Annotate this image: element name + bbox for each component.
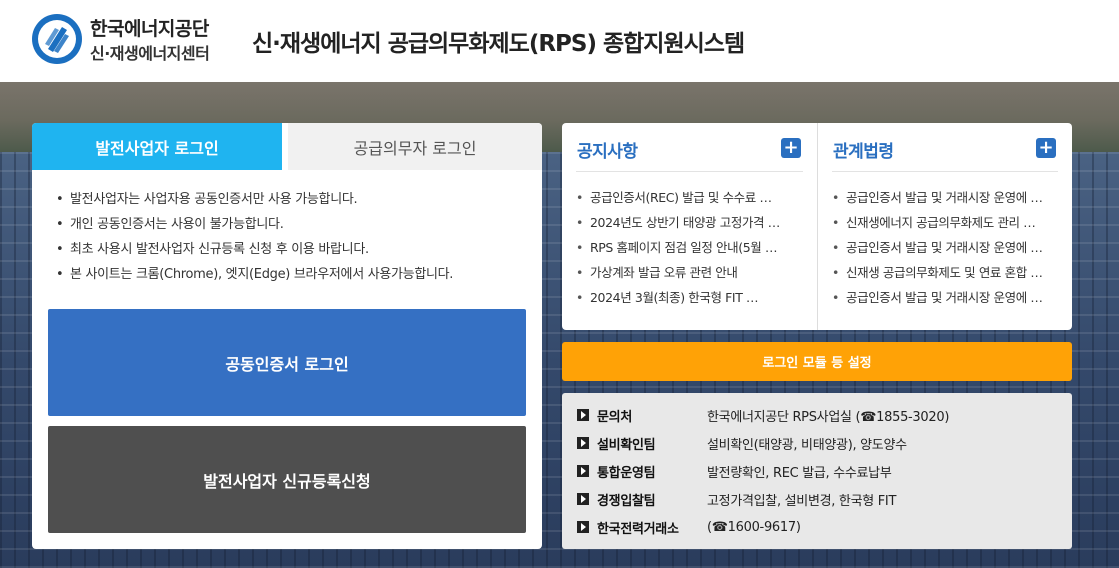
notice-more-plus-icon[interactable]: + bbox=[781, 138, 801, 158]
law-item[interactable]: 공급인증서 발급 및 거래시장 운영에 … bbox=[832, 185, 1058, 210]
contact-row: 문의처 한국에너지공단 RPS사업실 (☎1855-3020) bbox=[577, 401, 1057, 429]
notice-item[interactable]: 가상계좌 발급 오류 관련 안내 bbox=[576, 260, 802, 285]
contact-value: 설비확인(태양광, 비태양광), 양도양수 bbox=[707, 437, 907, 453]
site-header: 한국에너지공단 신·재생에너지센터 신·재생에너지 공급의무화제도(RPS) 종… bbox=[0, 0, 1119, 82]
law-item[interactable]: 공급인증서 발급 및 거래시장 운영에 … bbox=[832, 235, 1058, 260]
notice-item[interactable]: 2024년 3월(최종) 한국형 FIT … bbox=[576, 285, 802, 310]
contact-label: 문의처 bbox=[597, 409, 632, 425]
law-item[interactable]: 신재생에너지 공급의무화제도 관리 … bbox=[832, 210, 1058, 235]
divider bbox=[832, 171, 1058, 172]
certificate-login-button[interactable]: 공동인증서 로그인 bbox=[48, 309, 526, 416]
login-panel: 발전사업자 로그인 공급의무자 로그인 발전사업자는 사업자용 공동인증서만 사… bbox=[32, 123, 542, 549]
notice-item[interactable]: 2024년도 상반기 태양광 고정가격 … bbox=[576, 210, 802, 235]
contact-label: 통합운영팀 bbox=[597, 465, 656, 481]
law-item[interactable]: 신재생 공급의무화제도 및 연료 혼합 … bbox=[832, 260, 1058, 285]
login-notice-list: 발전사업자는 사업자용 공동인증서만 사용 가능합니다. 개인 공동인증서는 사… bbox=[56, 187, 526, 287]
login-module-setup-button[interactable]: 로그인 모듈 등 설정 bbox=[562, 342, 1072, 381]
notice-item[interactable]: 공급인증서(REC) 발급 및 수수료 … bbox=[576, 185, 802, 210]
contact-row: 경쟁입찰팀 고정가격입찰, 설비변경, 한국형 FIT bbox=[577, 485, 1057, 513]
tab-supplier-login[interactable]: 공급의무자 로그인 bbox=[288, 123, 542, 170]
notice-item[interactable]: RPS 홈페이지 점검 일정 안내(5월 … bbox=[576, 235, 802, 260]
divider bbox=[576, 171, 803, 172]
org-name[interactable]: 한국에너지공단 bbox=[90, 14, 209, 41]
play-square-icon bbox=[577, 437, 589, 449]
notice-board: 공지사항 + 공급인증서(REC) 발급 및 수수료 … 2024년도 상반기 … bbox=[562, 123, 817, 330]
law-item[interactable]: 공급인증서 발급 및 거래시장 운영에 … bbox=[832, 285, 1058, 310]
contact-row: 한국전력거래소 (☎1600-9617) bbox=[577, 513, 1057, 541]
contact-label: 경쟁입찰팀 bbox=[597, 493, 656, 509]
notice-title[interactable]: 공지사항 bbox=[577, 137, 638, 162]
contact-label: 설비확인팀 bbox=[597, 437, 656, 453]
law-more-plus-icon[interactable]: + bbox=[1036, 138, 1056, 158]
contact-label: 한국전력거래소 bbox=[597, 521, 679, 537]
contact-value: 한국에너지공단 RPS사업실 (☎1855-3020) bbox=[707, 409, 950, 425]
law-title[interactable]: 관계법령 bbox=[833, 137, 894, 162]
notice-list: 공급인증서(REC) 발급 및 수수료 … 2024년도 상반기 태양광 고정가… bbox=[576, 185, 802, 310]
contact-value: 발전량확인, REC 발급, 수수료납부 bbox=[707, 465, 892, 481]
contact-row: 설비확인팀 설비확인(태양광, 비태양광), 양도양수 bbox=[577, 429, 1057, 457]
contact-row: 통합운영팀 발전량확인, REC 발급, 수수료납부 bbox=[577, 457, 1057, 485]
law-board: 관계법령 + 공급인증서 발급 및 거래시장 운영에 … 신재생에너지 공급의무… bbox=[817, 123, 1072, 330]
play-square-icon bbox=[577, 465, 589, 477]
play-square-icon bbox=[577, 409, 589, 421]
contact-value: 고정가격입찰, 설비변경, 한국형 FIT bbox=[707, 493, 897, 509]
generator-register-button[interactable]: 발전사업자 신규등록신청 bbox=[48, 426, 526, 533]
play-square-icon bbox=[577, 493, 589, 505]
law-list: 공급인증서 발급 및 거래시장 운영에 … 신재생에너지 공급의무화제도 관리 … bbox=[832, 185, 1058, 310]
board-panel: 공지사항 + 공급인증서(REC) 발급 및 수수료 … 2024년도 상반기 … bbox=[562, 123, 1072, 330]
login-notice-item: 최초 사용시 발전사업자 신규등록 신청 후 이용 바랍니다. bbox=[56, 237, 526, 262]
contact-panel: 문의처 한국에너지공단 RPS사업실 (☎1855-3020) 설비확인팀 설비… bbox=[562, 393, 1072, 549]
play-square-icon bbox=[577, 521, 589, 533]
tab-generator-login[interactable]: 발전사업자 로그인 bbox=[32, 123, 282, 170]
org-subname: 신·재생에너지센터 bbox=[90, 44, 210, 63]
kea-logo-icon[interactable] bbox=[32, 14, 82, 64]
login-notice-item: 발전사업자는 사업자용 공동인증서만 사용 가능합니다. bbox=[56, 187, 526, 212]
system-title: 신·재생에너지 공급의무화제도(RPS) 종합지원시스템 bbox=[252, 31, 745, 57]
login-notice-item: 본 사이트는 크롬(Chrome), 엣지(Edge) 브라우저에서 사용가능합… bbox=[56, 262, 526, 287]
login-notice-item: 개인 공동인증서는 사용이 불가능합니다. bbox=[56, 212, 526, 237]
contact-value: (☎1600-9617) bbox=[707, 519, 801, 535]
